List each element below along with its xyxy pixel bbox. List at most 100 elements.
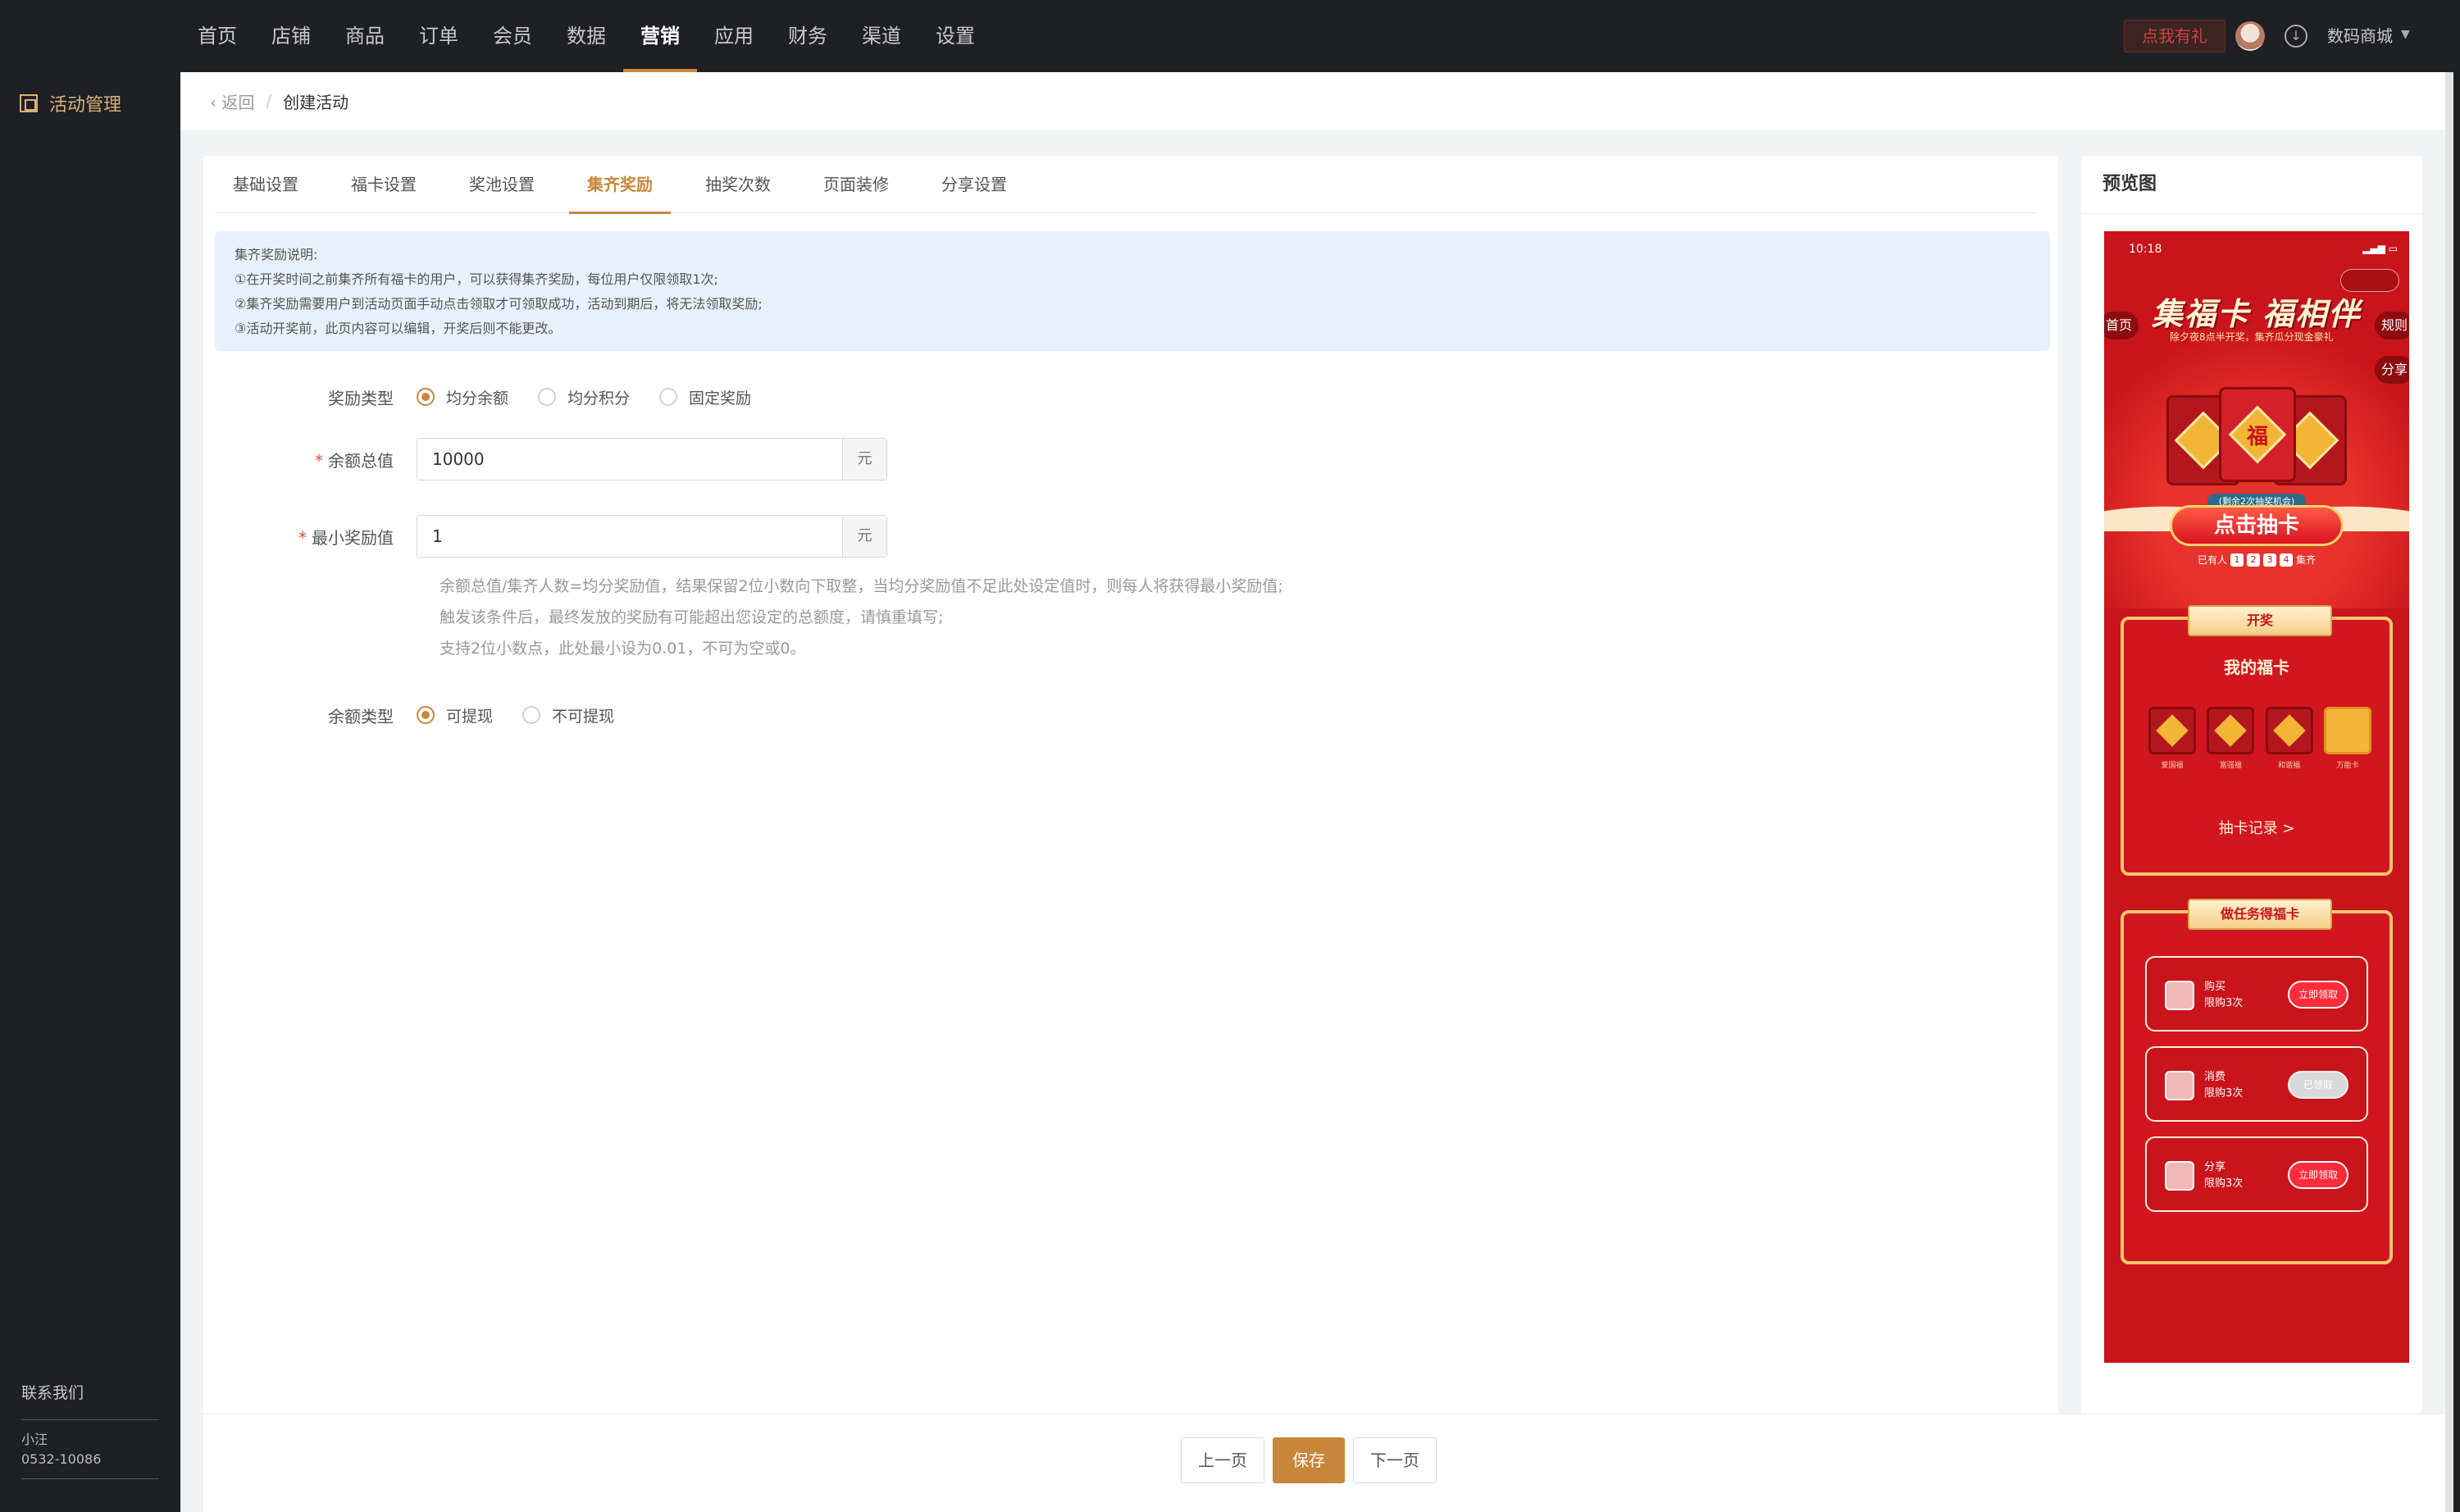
tab-page-decoration[interactable]: 页面装修 bbox=[805, 156, 907, 213]
notice-line: ③活动开奖前，此页内容可以编辑，开奖后则不能更改。 bbox=[235, 321, 562, 336]
draw-records-link: 抽卡记录 > bbox=[2218, 820, 2295, 837]
total-amount-label-text: 余额总值 bbox=[328, 450, 394, 471]
prev-page-button[interactable]: 上一页 bbox=[1181, 1437, 1264, 1483]
radio-dot bbox=[417, 388, 435, 406]
collected-digit: 1 bbox=[2230, 553, 2244, 567]
balance-type-row: 余额类型 可提现 不可提现 bbox=[203, 699, 644, 731]
fu-card: 和谐福 bbox=[2265, 707, 2313, 770]
chevron-down-icon[interactable]: ▼ bbox=[2401, 28, 2410, 41]
back-link[interactable]: ‹ 返回 bbox=[210, 89, 254, 113]
panel-ribbon: 开奖 bbox=[2188, 605, 2332, 636]
total-amount-group: 元 bbox=[417, 438, 887, 480]
card-face bbox=[2148, 707, 2196, 754]
card-face bbox=[2265, 707, 2313, 754]
next-page-button[interactable]: 下一页 bbox=[1353, 1437, 1437, 1483]
rules-pill: 规则 bbox=[2375, 312, 2409, 339]
min-reward-row: *最小奖励值 元 bbox=[203, 515, 887, 558]
nav-channels[interactable]: 渠道 bbox=[845, 0, 918, 72]
min-reward-label-text: 最小奖励值 bbox=[312, 527, 394, 548]
back-label: 返回 bbox=[221, 92, 255, 112]
radio-dot bbox=[659, 388, 678, 406]
download-icon[interactable]: ↓ bbox=[2285, 25, 2307, 48]
notice-line: ①在开奖时间之前集齐所有福卡的用户，可以获得集齐奖励，每位用户仅限领取1次; bbox=[235, 271, 718, 287]
nav-data[interactable]: 数据 bbox=[549, 0, 623, 72]
fu-card: 富强福 bbox=[2207, 707, 2255, 770]
page-title: 创建活动 bbox=[283, 92, 349, 112]
radio-non-withdrawable[interactable]: 不可提现 bbox=[522, 704, 614, 726]
nav-finance[interactable]: 财务 bbox=[771, 0, 845, 72]
contact-block: 联系我们 小汪 0532-10086 bbox=[21, 1381, 159, 1479]
collected-digit: 3 bbox=[2263, 553, 2276, 567]
tab-share-settings[interactable]: 分享设置 bbox=[923, 156, 1025, 213]
task-limit: 限购3次 bbox=[2204, 1177, 2244, 1190]
save-button[interactable]: 保存 bbox=[1273, 1437, 1345, 1483]
top-nav: 首页 店铺 商品 订单 会员 数据 营销 应用 财务 渠道 设置 bbox=[180, 0, 992, 72]
receipt-icon bbox=[2165, 1071, 2194, 1100]
collected-digit: 4 bbox=[2280, 553, 2293, 567]
fu-card: 爱国福 bbox=[2148, 707, 2196, 770]
my-cards-panel: 开奖 我的福卡 爱国福 富强福 和谐福 万能卡 抽卡记录 > bbox=[2121, 605, 2393, 876]
task-title: 消费 bbox=[2204, 1071, 2226, 1083]
required-mark: * bbox=[298, 527, 307, 548]
task-name: 购买 限购3次 bbox=[2204, 979, 2243, 1012]
promo-button[interactable]: 点我有礼 bbox=[2124, 20, 2225, 52]
nav-apps[interactable]: 应用 bbox=[697, 0, 771, 72]
nav-settings[interactable]: 设置 bbox=[918, 0, 992, 72]
tab-draw-count[interactable]: 抽奖次数 bbox=[687, 156, 789, 213]
min-reward-input[interactable] bbox=[417, 516, 842, 557]
avatar[interactable] bbox=[2235, 21, 2265, 51]
tab-card-settings[interactable]: 福卡设置 bbox=[333, 156, 435, 213]
radio-dot bbox=[417, 706, 435, 724]
tab-collect-reward[interactable]: 集齐奖励 bbox=[569, 156, 671, 214]
signal-battery-icon: ▂▄▆ ▭ bbox=[2362, 243, 2398, 254]
task-item: 购买 限购3次 立即领取 bbox=[2145, 956, 2368, 1032]
card-name: 爱国福 bbox=[2161, 762, 2184, 770]
notice-box: 集齐奖励说明: ①在开奖时间之前集齐所有福卡的用户，可以获得集齐奖励，每位用户仅… bbox=[215, 231, 2050, 351]
activity-icon bbox=[20, 94, 38, 112]
hero-subtitle: 除夕夜8点半开奖，集齐瓜分现金豪礼 bbox=[2170, 331, 2334, 343]
radio-label: 可提现 bbox=[446, 707, 494, 726]
scrollbar[interactable] bbox=[2445, 72, 2453, 1512]
collected-digit: 2 bbox=[2247, 553, 2260, 567]
card-name: 和谐福 bbox=[2278, 762, 2301, 770]
preview-panel: 预览图 10:18 ▂▄▆ ▭ 集福卡 福相伴 除夕夜8点半开奖，集齐瓜分现金豪… bbox=[2081, 156, 2422, 1414]
nav-orders[interactable]: 订单 bbox=[402, 0, 476, 72]
fu-character: 福 bbox=[2246, 424, 2268, 449]
sidebar-item-activity-management[interactable]: 活动管理 bbox=[20, 90, 121, 116]
collected-prefix: 已有人 bbox=[2197, 554, 2227, 566]
radio-withdrawable[interactable]: 可提现 bbox=[417, 704, 493, 726]
store-switcher[interactable]: 数码商城 bbox=[2327, 23, 2393, 49]
notice-line: ②集齐奖励需要用户到活动页面手动点击领取才可领取成功，活动到期后，将无法领取奖励… bbox=[235, 296, 763, 312]
contact-title: 联系我们 bbox=[21, 1381, 159, 1420]
tab-basic-settings[interactable]: 基础设置 bbox=[215, 156, 317, 213]
radio-fixed-reward[interactable]: 固定奖励 bbox=[659, 386, 751, 408]
tab-prize-pool[interactable]: 奖池设置 bbox=[451, 156, 553, 213]
bag-icon bbox=[2165, 981, 2194, 1010]
min-reward-group: 元 bbox=[417, 515, 887, 558]
contact-phone: 0532-10086 bbox=[21, 1451, 102, 1467]
task-limit: 限购3次 bbox=[2204, 1087, 2244, 1100]
task-button: 立即领取 bbox=[2288, 981, 2348, 1009]
radio-dot bbox=[522, 706, 541, 724]
task-name: 消费限购3次 bbox=[2204, 1069, 2243, 1102]
nav-members[interactable]: 会员 bbox=[476, 0, 549, 72]
required-mark: * bbox=[315, 450, 323, 471]
nav-goods[interactable]: 商品 bbox=[328, 0, 402, 72]
fu-card: 万能卡 bbox=[2323, 707, 2371, 770]
card-face bbox=[2207, 707, 2255, 754]
contact-name: 小汪 bbox=[21, 1432, 48, 1447]
radio-split-balance[interactable]: 均分余额 bbox=[417, 386, 508, 408]
footer-bar: 上一页 保存 下一页 bbox=[203, 1414, 2453, 1512]
task-title: 分享 bbox=[2204, 1161, 2226, 1173]
nav-home[interactable]: 首页 bbox=[180, 0, 254, 72]
radio-split-points[interactable]: 均分积分 bbox=[538, 386, 630, 408]
notice-title: 集齐奖励说明: bbox=[235, 247, 318, 262]
share-icon bbox=[2165, 1161, 2194, 1191]
total-amount-input[interactable] bbox=[417, 439, 842, 480]
hero-area: 10:18 ▂▄▆ ▭ 集福卡 福相伴 除夕夜8点半开奖，集齐瓜分现金豪礼 首页… bbox=[2104, 231, 2409, 608]
task-item: 消费 限购3次 已领取 bbox=[2145, 1046, 2368, 1122]
nav-store[interactable]: 店铺 bbox=[254, 0, 328, 72]
nav-marketing[interactable]: 营销 bbox=[623, 0, 697, 72]
card-name: 万能卡 bbox=[2336, 762, 2359, 770]
hint-text: 支持2位小数点，此处最小设为0.01，不可为空或0。 bbox=[440, 640, 806, 658]
